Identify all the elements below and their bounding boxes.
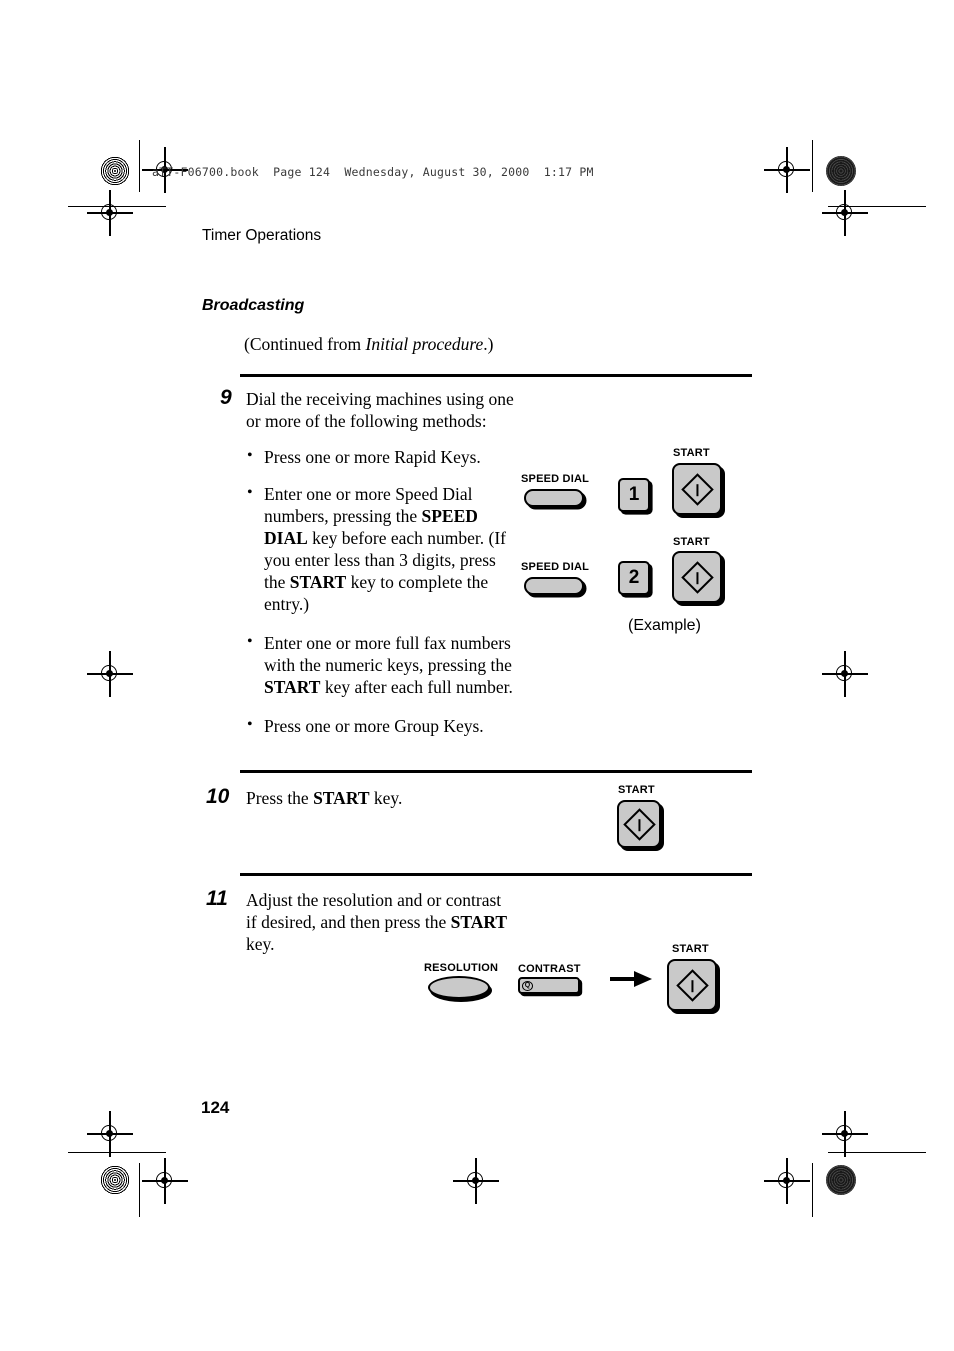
trim-line-top-right-vertical (812, 140, 814, 192)
start-diamond-icon (680, 560, 714, 594)
start-key-3[interactable] (617, 800, 661, 848)
flow-arrow-icon (610, 971, 652, 987)
continued-prefix: (Continued from (244, 334, 366, 354)
registration-mark-right-upper (822, 190, 868, 236)
registration-mark-top-right-inner (764, 147, 810, 193)
step-11-body: Adjust the resolution and or contrast if… (246, 890, 508, 954)
registration-mark-bottom-right-inner (764, 1158, 810, 1204)
registration-mark-right-middle (822, 651, 868, 697)
continued-suffix: .) (483, 334, 494, 354)
start-key-label-2: START (673, 536, 710, 548)
start-key-label-1: START (673, 447, 710, 459)
list-item-group-keys: Press one or more Group Keys. (246, 714, 521, 737)
contrast-q-icon: Q (522, 980, 533, 991)
step-divider-10-11 (240, 873, 752, 876)
halftone-dot-top-left (100, 156, 130, 186)
page-number: 124 (201, 1098, 230, 1117)
start-diamond-icon (622, 807, 656, 841)
list-item-full-fax-numbers: Enter one or more full fax numbers with … (246, 631, 521, 698)
list-item-speed-dial: Enter one or more Speed Dial numbers, pr… (246, 482, 521, 615)
start-key-2[interactable] (672, 551, 722, 603)
continued-from-note: (Continued from Initial procedure.) (244, 334, 494, 355)
registration-mark-left-middle (87, 651, 133, 697)
step-divider-9-10 (240, 770, 752, 773)
start-key-1[interactable] (672, 463, 722, 515)
trim-line-bottom-left-vertical (139, 1163, 141, 1217)
speed-dial-key-label-1: SPEED DIAL (521, 473, 590, 485)
start-key-4[interactable] (667, 959, 717, 1011)
step-number-11: 11 (206, 887, 228, 910)
list-item-rapid-keys: Press one or more Rapid Keys. (246, 445, 521, 468)
chapter-title: Timer Operations (202, 227, 322, 244)
trim-line-right-lower-horizontal (828, 1152, 926, 1154)
registration-mark-left-upper (87, 190, 133, 236)
step-9-line-2: or more of the following methods: (246, 411, 487, 431)
registration-mark-bottom-left-inner (142, 1158, 188, 1204)
resolution-key[interactable] (428, 976, 490, 999)
contrast-key-label: CONTRAST (518, 963, 581, 975)
contrast-key[interactable]: Q (518, 977, 580, 994)
example-caption: (Example) (628, 617, 701, 634)
resolution-key-label: RESOLUTION (424, 962, 499, 974)
step-number-9: 9 (220, 386, 232, 409)
step-divider-top (240, 374, 752, 377)
speed-dial-key-label-2: SPEED DIAL (521, 561, 590, 573)
numeric-key-2[interactable]: 2 (618, 561, 650, 595)
step-number-10: 10 (206, 785, 230, 808)
speed-dial-key-2[interactable] (524, 577, 584, 595)
start-key-label-4: START (672, 943, 709, 955)
start-diamond-icon (675, 968, 709, 1002)
step-10-body: Press the START key. (246, 788, 403, 808)
halftone-dot-top-right (826, 156, 856, 186)
numeric-key-1[interactable]: 1 (618, 478, 650, 512)
step-9-bullet-list: Press one or more Rapid Keys. Enter one … (246, 445, 521, 752)
speed-dial-key-1[interactable] (524, 489, 584, 507)
trim-line-left-lower-horizontal (68, 1152, 166, 1154)
halftone-dot-bottom-left (100, 1165, 130, 1195)
start-diamond-icon (680, 472, 714, 506)
registration-mark-left-lower (87, 1111, 133, 1157)
manual-page: aTT-F06700.book Page 124 Wednesday, Augu… (0, 0, 954, 1351)
step-9-line-1: Dial the receiving machines using one (246, 389, 514, 409)
halftone-dot-bottom-right (826, 1165, 856, 1195)
trim-line-top-left-vertical (139, 140, 141, 192)
continued-reference: Initial procedure (365, 334, 484, 354)
running-header: aTT-F06700.book Page 124 Wednesday, Augu… (152, 165, 594, 179)
registration-mark-right-lower (822, 1111, 868, 1157)
trim-line-bottom-right-vertical (812, 1163, 814, 1217)
start-key-label-3: START (618, 784, 655, 796)
step-9-body: Dial the receiving machines using one or… (246, 388, 526, 432)
registration-mark-bottom-center (453, 1158, 499, 1204)
page-title: Broadcasting (202, 297, 305, 314)
